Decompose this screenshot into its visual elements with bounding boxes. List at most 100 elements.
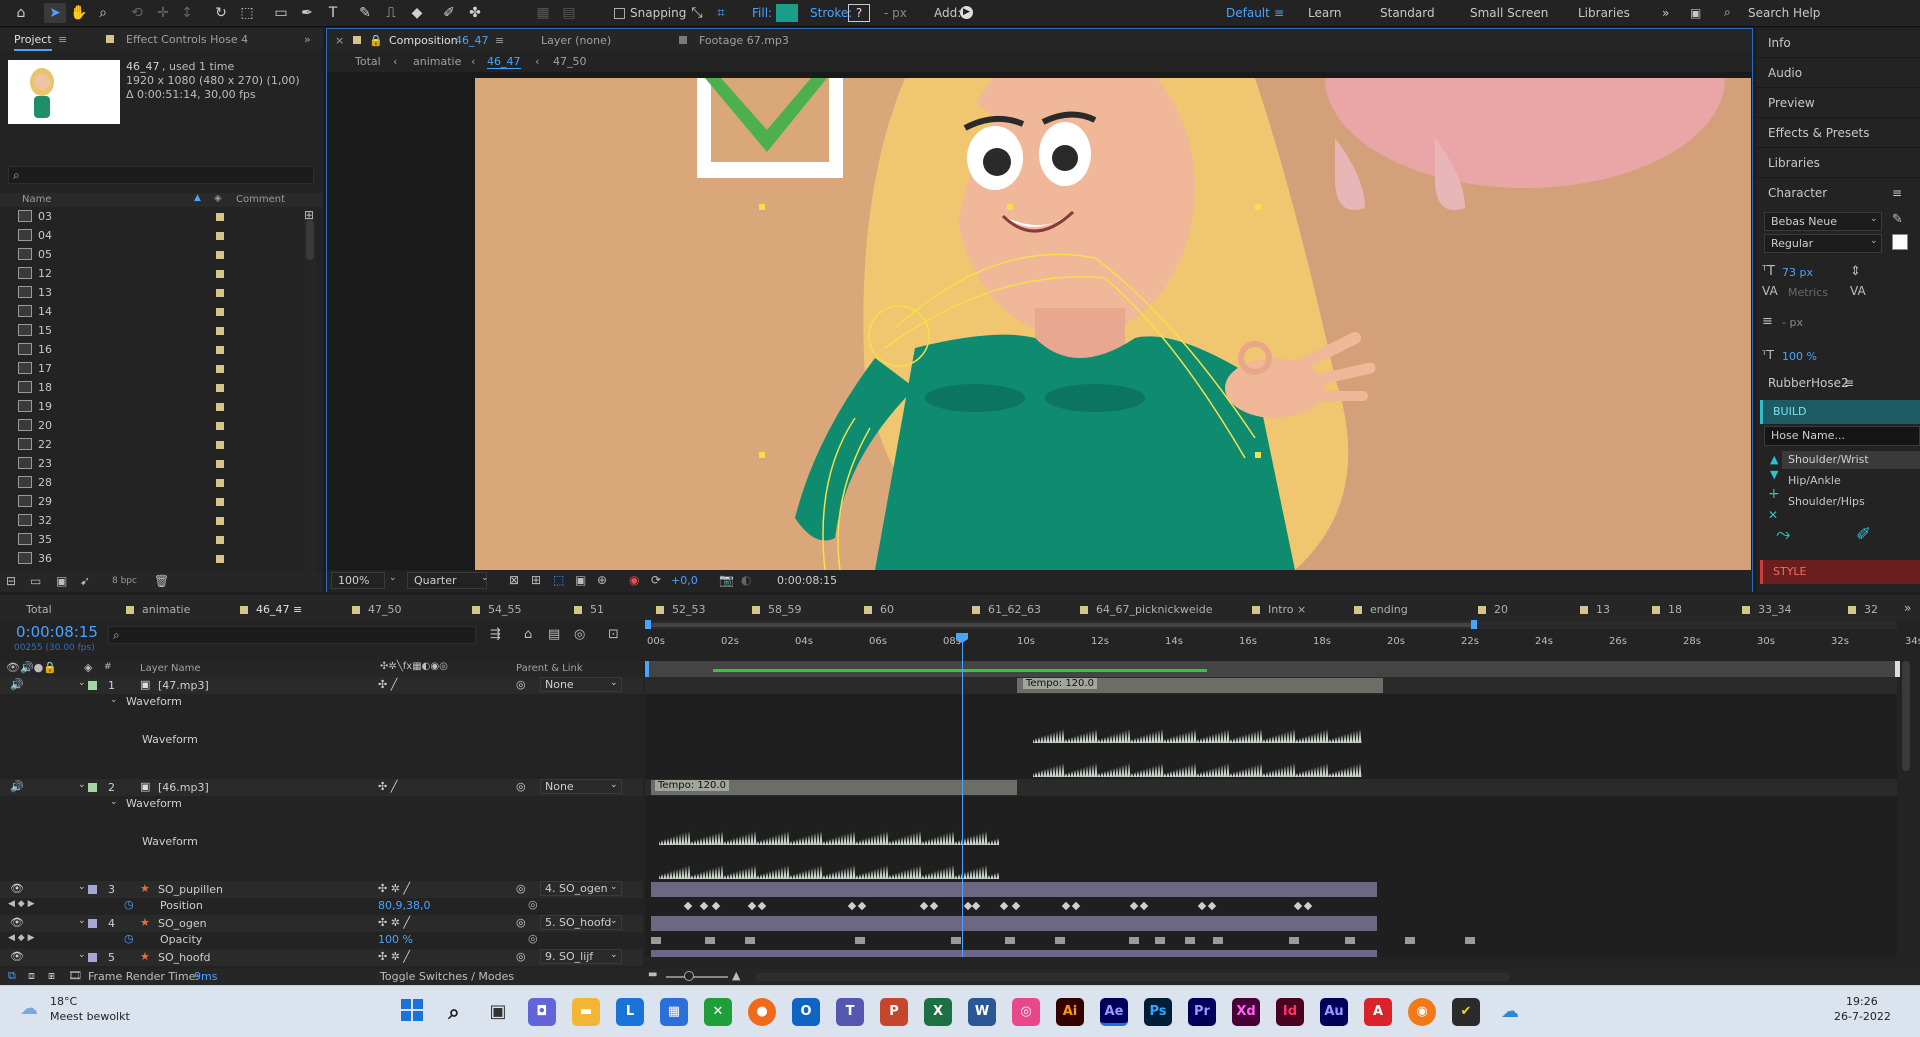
panel-preview[interactable]: Preview	[1756, 88, 1920, 118]
distribute-icon[interactable]: ▤	[558, 3, 580, 23]
playhead-line[interactable]	[962, 635, 963, 957]
layer-switches-icon[interactable]: ✣ ╱	[378, 780, 397, 793]
pickwhip-icon[interactable]: ◎	[516, 950, 526, 963]
close-tab-icon[interactable]: ×	[335, 34, 344, 47]
keyframe-diamond[interactable]	[999, 901, 1009, 911]
tab-composition-name[interactable]: 46_47	[455, 34, 489, 47]
eraser-tool-icon[interactable]: ◆	[406, 3, 428, 23]
project-list-item[interactable]: 18	[0, 379, 300, 398]
grid-guides-icon[interactable]: ⊕	[597, 573, 607, 587]
l-app-icon[interactable]: L	[616, 998, 644, 1026]
eye-icon[interactable]: 👁	[10, 882, 24, 895]
outlook-icon[interactable]: O	[792, 998, 820, 1026]
workspace-overflow-icon[interactable]: »	[1662, 6, 1669, 20]
column-comment[interactable]: Comment	[236, 194, 285, 205]
timeline-tab[interactable]: 52_53	[656, 603, 706, 616]
expression-pickwhip-icon[interactable]: ◎	[528, 932, 538, 945]
navigator-start-handle[interactable]	[645, 620, 651, 629]
creative-cloud-icon[interactable]: ◎	[1012, 998, 1040, 1026]
viewer-timecode[interactable]: 0:00:08:15	[777, 574, 837, 587]
label-swatch[interactable]	[216, 460, 224, 468]
layer-row[interactable]: 🔊 ⌄ 2 ▣ [46.mp3] ✣ ╱ ◎ None ⌄	[0, 779, 643, 796]
hold-keyframe[interactable]	[1345, 937, 1355, 944]
panel-libraries[interactable]: Libraries	[1756, 148, 1920, 178]
timeline-tab[interactable]: Intro ×	[1252, 603, 1306, 616]
project-list-item[interactable]: 04	[0, 227, 300, 246]
eye-icon[interactable]: 👁	[10, 916, 24, 929]
composition-canvas[interactable]	[475, 78, 1751, 570]
project-list-item[interactable]: 15	[0, 322, 300, 341]
keyframe-diamond[interactable]	[683, 901, 693, 911]
label-swatch[interactable]	[216, 251, 224, 259]
label-swatch[interactable]	[216, 232, 224, 240]
puppet-tool-icon[interactable]: ✤	[464, 3, 486, 23]
label-swatch[interactable]	[216, 536, 224, 544]
align-icon[interactable]: ▦	[532, 3, 554, 23]
breadcrumb-46-47[interactable]: 46_47	[487, 55, 521, 69]
timeline-tab[interactable]: 20	[1478, 603, 1508, 616]
timeline-scrollbar-thumb[interactable]	[1902, 661, 1910, 771]
project-list-item[interactable]: 35	[0, 531, 300, 550]
add-icon[interactable]: +	[1768, 486, 1780, 502]
label-swatch[interactable]	[216, 384, 224, 392]
remove-icon[interactable]: ✕	[1768, 508, 1778, 522]
work-area[interactable]	[645, 661, 1903, 677]
new-hose-icon[interactable]: ⤳	[1776, 524, 1790, 545]
panel-info[interactable]: Info	[1756, 28, 1920, 58]
motion-blur-icon[interactable]: ◎	[574, 627, 585, 642]
hold-keyframe[interactable]	[1005, 937, 1015, 944]
project-list-item[interactable]: 36	[0, 550, 300, 569]
hold-keyframe[interactable]	[1185, 937, 1195, 944]
project-list-item[interactable]: 05	[0, 246, 300, 265]
label-swatch[interactable]	[216, 365, 224, 373]
tab-menu-icon[interactable]: ≡	[290, 603, 302, 616]
layer-label-swatch[interactable]	[88, 953, 97, 962]
timeline-tab[interactable]: animatie	[126, 603, 190, 616]
layer-row[interactable]: 🔊 ⌄ 1 ▣ [47.mp3] ✣ ╱ ◎ None ⌄	[0, 677, 643, 694]
hold-keyframe[interactable]	[651, 937, 661, 944]
hold-keyframe[interactable]	[745, 937, 755, 944]
comp-flowchart-icon[interactable]: ⇶	[490, 627, 501, 642]
timeline-tracks[interactable]: Tempo: 120.0 Tempo: 120.0	[645, 677, 1897, 957]
workspace-small-screen[interactable]: Small Screen	[1470, 6, 1548, 20]
zoom-tool-icon[interactable]: ⌕	[92, 3, 114, 23]
file-explorer-icon[interactable]: ▬	[572, 998, 600, 1026]
project-list-item[interactable]: 28	[0, 474, 300, 493]
viewer-canvas-area[interactable]	[327, 72, 1752, 570]
expand-chevron-icon[interactable]: ⌄	[78, 950, 86, 960]
snap-grid-icon[interactable]: ⌗	[710, 3, 732, 23]
search-help-input[interactable]: Search Help	[1748, 6, 1820, 20]
expression-pickwhip-icon[interactable]: ◎	[528, 898, 538, 911]
timeline-tab[interactable]: 54_55	[472, 603, 522, 616]
option-hip-ankle[interactable]: Hip/Ankle	[1782, 472, 1920, 490]
keyframe-diamond[interactable]	[699, 901, 709, 911]
weather-temperature[interactable]: 18°C	[50, 995, 77, 1008]
layer-label-swatch[interactable]	[88, 783, 97, 792]
build-section-header[interactable]: BUILD	[1760, 400, 1920, 424]
stroke-width-value[interactable]: - px	[884, 6, 907, 20]
hold-keyframe[interactable]	[1213, 937, 1223, 944]
draft-3d-icon[interactable]: ⌂	[524, 627, 532, 642]
firefox-icon[interactable]: ●	[748, 998, 776, 1026]
rotation-tool-icon[interactable]: ↻	[210, 3, 232, 23]
onedrive-icon[interactable]: ☁	[1496, 998, 1524, 1026]
keyframe-diamond[interactable]	[919, 901, 929, 911]
timeline-tab[interactable]: ending	[1354, 603, 1408, 616]
option-shoulder-hips[interactable]: Shoulder/Hips	[1782, 493, 1920, 511]
column-parent-link[interactable]: Parent & Link	[516, 663, 583, 674]
lock-icon[interactable]: 🔒	[369, 34, 383, 47]
word-icon[interactable]: W	[968, 998, 996, 1026]
project-list-item[interactable]: 17	[0, 360, 300, 379]
project-list-item[interactable]: 29	[0, 493, 300, 512]
layer-label-swatch[interactable]	[88, 885, 97, 894]
text-fill-swatch[interactable]	[1892, 234, 1908, 250]
up-arrow-icon[interactable]: ▲	[1770, 453, 1778, 466]
transparency-grid-icon[interactable]: ⊞	[531, 573, 541, 587]
kerning-value[interactable]: Metrics	[1788, 286, 1828, 299]
project-scrollbar[interactable]	[304, 210, 316, 590]
tab-layer[interactable]: Layer (none)	[541, 34, 611, 47]
zoom-slider[interactable]	[666, 976, 728, 978]
selection-tool-icon[interactable]: ➤	[44, 3, 66, 23]
project-list-item[interactable]: 14	[0, 303, 300, 322]
label-swatch[interactable]	[216, 346, 224, 354]
